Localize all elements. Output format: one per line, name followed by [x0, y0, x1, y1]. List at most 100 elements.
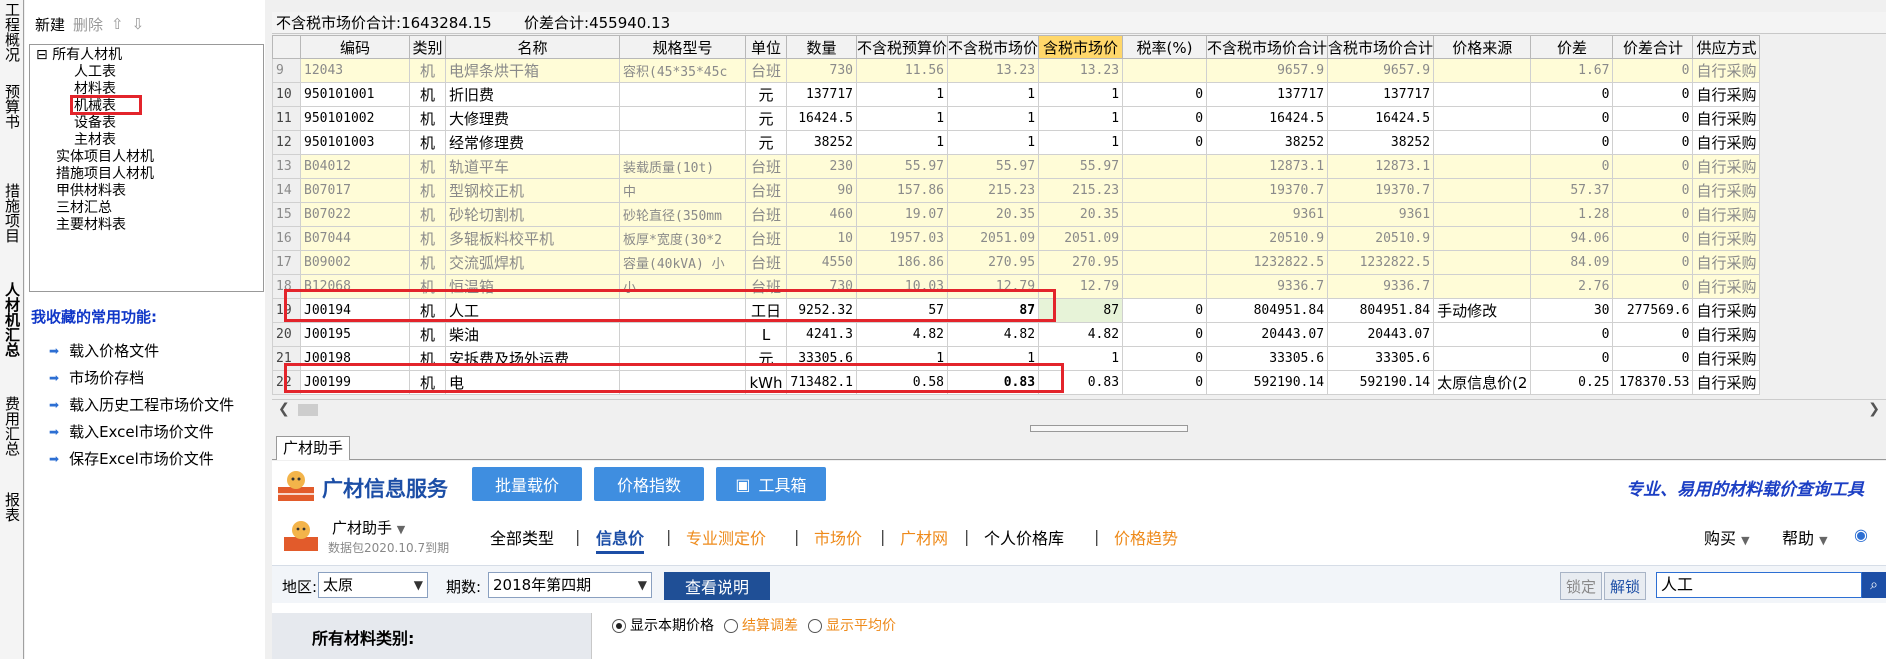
table-cell[interactable]: 0	[1122, 346, 1208, 371]
table-cell[interactable]	[1122, 154, 1208, 179]
table-cell[interactable]: 0	[1612, 250, 1694, 275]
table-cell[interactable]: 自行采购	[1692, 322, 1761, 347]
table-cell[interactable]: 9657.9	[1327, 58, 1435, 83]
table-cell[interactable]: 0	[1122, 130, 1208, 155]
radio-current-price[interactable]: 显示本期价格	[612, 615, 714, 635]
table-cell[interactable]: 137717	[786, 82, 857, 107]
table-cell[interactable]: 0	[1612, 346, 1694, 371]
vtab-cost-summary[interactable]: 费用汇总	[0, 396, 24, 456]
table-cell[interactable]: 4.82	[947, 322, 1040, 347]
table-row[interactable]: 16 B07044 机多辊板料校平机 板厚*宽度(30*2 台班 10 1957.03 205…	[272, 226, 1761, 251]
table-cell[interactable]: 板厚*宽度(30*2	[619, 226, 746, 251]
lock-button[interactable]: 锁定	[1560, 572, 1602, 600]
table-cell[interactable]: 0	[1122, 370, 1208, 395]
table-cell[interactable]: 14	[272, 178, 301, 203]
table-cell[interactable]: 元	[745, 106, 787, 131]
vtab-reports[interactable]: 报表	[0, 492, 24, 522]
nav-professional-price[interactable]: 专业测定价	[686, 525, 766, 549]
table-cell[interactable]: 592190.14	[1327, 370, 1435, 395]
column-header[interactable]	[272, 35, 301, 59]
table-cell[interactable]: 0	[1530, 130, 1614, 155]
table-cell[interactable]	[1433, 130, 1532, 155]
radio-settlement-diff[interactable]: 结算调差	[724, 615, 798, 635]
table-cell[interactable]: 30	[1530, 298, 1614, 323]
fav-save-excel-price[interactable]: ➡ 保存Excel市场价文件	[49, 448, 214, 469]
table-cell[interactable]: 270.95	[1038, 250, 1124, 275]
table-cell[interactable]: 17	[272, 250, 301, 275]
table-cell[interactable]: 20443.07	[1206, 322, 1329, 347]
table-cell[interactable]: 4241.3	[786, 322, 857, 347]
table-cell[interactable]: 机	[409, 178, 446, 203]
table-cell[interactable]: J00195	[300, 322, 410, 347]
table-cell[interactable]: 57.37	[1530, 178, 1614, 203]
table-cell[interactable]: 自行采购	[1692, 250, 1761, 275]
table-cell[interactable]: 4.82	[1038, 322, 1124, 347]
nav-info-price[interactable]: 信息价	[596, 525, 645, 554]
table-cell[interactable]	[1122, 202, 1208, 227]
table-cell[interactable]	[1122, 58, 1208, 83]
view-explanation-button[interactable]: 查看说明	[664, 572, 770, 600]
table-cell[interactable]: 容量(40kVA) 小	[619, 250, 746, 275]
new-button[interactable]: 新建	[35, 14, 65, 35]
table-cell[interactable]: 0	[1122, 106, 1208, 131]
column-header[interactable]: 编码	[300, 35, 410, 59]
table-cell[interactable]: 砂轮切割机	[445, 202, 620, 227]
table-cell[interactable]: 台班	[745, 250, 787, 275]
move-up-icon[interactable]: ⇧	[111, 15, 124, 33]
price-index-button[interactable]: 价格指数	[594, 467, 704, 501]
column-header[interactable]: 价格来源	[1433, 35, 1532, 59]
column-header[interactable]: 不含税市场价	[947, 35, 1040, 59]
table-cell[interactable]: 2051.09	[947, 226, 1040, 251]
table-cell[interactable]: 38252	[786, 130, 857, 155]
table-cell[interactable]: 0	[1530, 346, 1614, 371]
table-cell[interactable]: 0	[1612, 178, 1694, 203]
toolbox-button[interactable]: ▣ 工具箱	[716, 467, 826, 501]
table-cell[interactable]	[1433, 250, 1532, 275]
table-cell[interactable]	[1433, 154, 1532, 179]
table-cell[interactable]: 9361	[1206, 202, 1329, 227]
table-cell[interactable]: 0	[1612, 274, 1694, 299]
table-cell[interactable]: 33305.6	[1206, 346, 1329, 371]
tree-item-measures[interactable]: 措施项目人材机	[56, 166, 154, 183]
tree-item-entity[interactable]: 实体项目人材机	[56, 149, 154, 166]
table-cell[interactable]: 机	[409, 250, 446, 275]
support-icon[interactable]: ◉	[1854, 525, 1868, 544]
table-cell[interactable]: 手动修改	[1433, 298, 1532, 323]
nav-material-web[interactable]: 广材网	[900, 525, 948, 549]
table-cell[interactable]: 10	[786, 226, 857, 251]
table-cell[interactable]: B04012	[300, 154, 410, 179]
table-row[interactable]: 11 950101002 机大修理费元 16424.5 1 1 1 0 16424.5 16424…	[272, 106, 1761, 131]
table-cell[interactable]: 11	[272, 106, 301, 131]
table-cell[interactable]: 730	[786, 58, 857, 83]
table-cell[interactable]: 机	[409, 226, 446, 251]
table-cell[interactable]	[1433, 202, 1532, 227]
table-cell[interactable]: 13	[272, 154, 301, 179]
buy-dropdown[interactable]: 购买 ▼	[1704, 525, 1750, 549]
table-cell[interactable]: 0	[1612, 106, 1694, 131]
table-cell[interactable]	[1122, 226, 1208, 251]
nav-market-price[interactable]: 市场价	[814, 525, 862, 549]
table-row[interactable]: 13 B04012 机轨道平车 装载质量(10t) 台班 230 55.97 55.97 55.…	[272, 154, 1761, 179]
radio-average-price[interactable]: 显示平均价	[808, 615, 896, 635]
table-row[interactable]: 15 B07022 机砂轮切割机 砂轮直径(350mm 台班 460 19.07 20.35 2…	[272, 202, 1761, 227]
table-cell[interactable]: 容积(45*35*45c	[619, 58, 746, 83]
table-cell[interactable]: 0	[1530, 322, 1614, 347]
table-cell[interactable]: 157.86	[855, 178, 949, 203]
vtab-resource-summary[interactable]: 人材机汇总	[0, 282, 24, 357]
table-cell[interactable]	[1433, 58, 1532, 83]
table-cell[interactable]: 12873.1	[1206, 154, 1329, 179]
table-cell[interactable]: 178370.53	[1612, 370, 1694, 395]
table-cell[interactable]: 砂轮直径(350mm	[619, 202, 746, 227]
scroll-left-icon[interactable]: ❮	[278, 401, 290, 417]
tab-material-assistant[interactable]: 广材助手	[276, 436, 351, 460]
table-cell[interactable]: 台班	[745, 226, 787, 251]
table-cell[interactable]: 1232822.5	[1206, 250, 1329, 275]
table-cell[interactable]: 0	[1612, 130, 1694, 155]
table-cell[interactable]: 4550	[786, 250, 857, 275]
table-cell[interactable]: 机	[409, 106, 446, 131]
table-row[interactable]: 12 950101003 机经常修理费元 38252 1 1 1 0 38252 38252 0 0 自…	[272, 130, 1761, 155]
panel-splitter[interactable]	[1030, 425, 1188, 432]
table-cell[interactable]: 15	[272, 202, 301, 227]
table-cell[interactable]: 12	[272, 130, 301, 155]
table-cell[interactable]: 自行采购	[1692, 370, 1761, 395]
